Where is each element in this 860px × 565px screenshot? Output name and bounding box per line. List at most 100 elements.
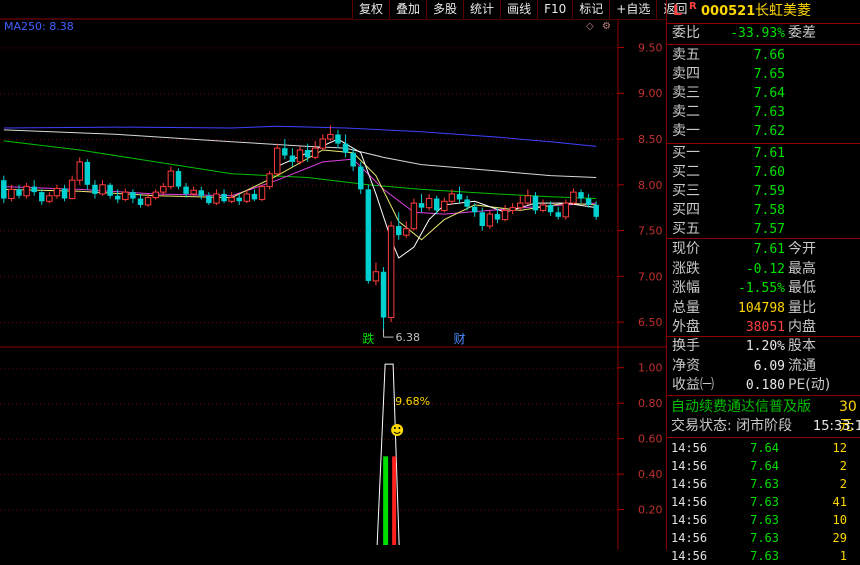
grid-dot bbox=[0, 509, 1, 511]
chart-settings-icon[interactable]: ◇ bbox=[586, 21, 594, 32]
grid-dot bbox=[144, 93, 145, 95]
grid-dot bbox=[432, 322, 433, 324]
grid-dot bbox=[308, 139, 309, 141]
grid-dot bbox=[328, 47, 329, 49]
grid-dot bbox=[488, 438, 489, 440]
toolbar-button[interactable]: 标记 bbox=[572, 0, 610, 19]
grid-dot bbox=[224, 184, 225, 186]
grid-dot bbox=[516, 509, 517, 511]
toolbar-button[interactable]: 复权 bbox=[352, 0, 390, 19]
grid-dot bbox=[536, 367, 537, 369]
toolbar-button[interactable]: 多股 bbox=[426, 0, 464, 19]
toolbar-button[interactable]: 画线 bbox=[500, 0, 538, 19]
grid-dot bbox=[132, 367, 133, 369]
grid-dot bbox=[472, 367, 473, 369]
grid-dot bbox=[140, 367, 141, 369]
grid-dot bbox=[72, 509, 73, 511]
promo-banner[interactable]: 自动续费通达信普及版 30元 bbox=[667, 398, 860, 434]
grid-dot bbox=[296, 438, 297, 440]
toolbar-button[interactable]: +自选 bbox=[609, 0, 657, 19]
grid-dot bbox=[596, 474, 597, 476]
grid-dot bbox=[352, 509, 353, 511]
ma-line-ma250 bbox=[3, 125, 597, 147]
stat-row: 总量 104798 量比 bbox=[667, 299, 860, 318]
candle-body bbox=[68, 179, 76, 200]
grid-dot bbox=[392, 184, 393, 186]
grid-dot bbox=[564, 322, 565, 324]
grid-dot bbox=[68, 230, 69, 232]
grid-dot bbox=[356, 276, 357, 278]
grid-dot bbox=[44, 403, 45, 405]
grid-dot bbox=[492, 276, 493, 278]
grid-dot bbox=[480, 47, 481, 49]
toolbar-button[interactable]: 统计 bbox=[463, 0, 501, 19]
toolbar-button[interactable]: 叠加 bbox=[389, 0, 427, 19]
grid-dot bbox=[212, 47, 213, 49]
tick-row: 14:56 7.63 2 bbox=[667, 475, 860, 493]
ask-row[interactable]: 卖五 7.66 bbox=[667, 46, 860, 65]
bid-row[interactable]: 买一 7.61 bbox=[667, 144, 860, 163]
grid-dot bbox=[528, 93, 529, 95]
candle-body bbox=[114, 195, 121, 200]
grid-dot bbox=[24, 276, 25, 278]
grid-dot bbox=[108, 367, 109, 369]
grid-dot bbox=[376, 93, 377, 95]
grid-dot bbox=[280, 139, 281, 141]
grid-dot bbox=[512, 184, 513, 186]
candle-body bbox=[236, 197, 242, 202]
bid-row[interactable]: 买四 7.58 bbox=[667, 201, 860, 220]
grid-dot bbox=[84, 230, 85, 232]
bid-row[interactable]: 买五 7.57 bbox=[667, 220, 860, 239]
grid-dot bbox=[184, 93, 185, 95]
toolbar-button[interactable]: F10 bbox=[537, 0, 573, 19]
grid-dot bbox=[120, 184, 121, 186]
kline-chart[interactable]: 6.38跌财 1.000.800.600.400.209.68% 9.509.0… bbox=[0, 0, 666, 550]
grid-dot bbox=[584, 438, 585, 440]
grid-dot bbox=[468, 93, 469, 95]
grid-dot bbox=[132, 184, 133, 186]
stat-label-2: 今开 bbox=[788, 241, 816, 257]
grid-dot bbox=[576, 509, 577, 511]
grid-dot bbox=[16, 184, 17, 186]
grid-dot bbox=[440, 93, 441, 95]
grid-dot bbox=[188, 230, 189, 232]
candle-body bbox=[258, 186, 266, 200]
grid-dot bbox=[600, 47, 601, 49]
grid-dot bbox=[436, 47, 437, 49]
grid-dot bbox=[208, 509, 209, 511]
candle-body bbox=[456, 193, 463, 200]
grid-dot bbox=[136, 403, 137, 405]
grid-dot bbox=[564, 93, 565, 95]
grid-dot bbox=[512, 93, 513, 95]
grid-dot bbox=[492, 93, 493, 95]
grid-dot bbox=[412, 322, 413, 324]
grid-dot bbox=[472, 276, 473, 278]
grid-dot bbox=[68, 47, 69, 49]
grid-dot bbox=[52, 474, 53, 476]
grid-dot bbox=[280, 93, 281, 95]
grid-dot bbox=[108, 230, 109, 232]
grid-dot bbox=[452, 322, 453, 324]
ask-row[interactable]: 卖一 7.62 bbox=[667, 122, 860, 141]
ask-row[interactable]: 卖四 7.65 bbox=[667, 65, 860, 84]
grid-dot bbox=[252, 367, 253, 369]
grid-dot bbox=[600, 230, 601, 232]
grid-dot bbox=[292, 438, 293, 440]
grid-dot bbox=[4, 509, 5, 511]
grid-dot bbox=[364, 230, 365, 232]
ask-row[interactable]: 卖三 7.64 bbox=[667, 84, 860, 103]
grid-dot bbox=[312, 509, 313, 511]
indicator-value-label: 9.68% bbox=[395, 395, 430, 408]
grid-dot bbox=[140, 438, 141, 440]
bid-row[interactable]: 买二 7.60 bbox=[667, 163, 860, 182]
grid-dot bbox=[316, 438, 317, 440]
bid-row[interactable]: 买三 7.59 bbox=[667, 182, 860, 201]
grid-dot bbox=[284, 509, 285, 511]
grid-dot bbox=[168, 438, 169, 440]
stat-row: 外盘 38051 内盘 bbox=[667, 318, 860, 337]
chart-options-icon[interactable]: ⚙ bbox=[602, 21, 611, 32]
ask-row[interactable]: 卖二 7.63 bbox=[667, 103, 860, 122]
grid-dot bbox=[304, 322, 305, 324]
grid-dot bbox=[236, 509, 237, 511]
grid-dot bbox=[48, 438, 49, 440]
